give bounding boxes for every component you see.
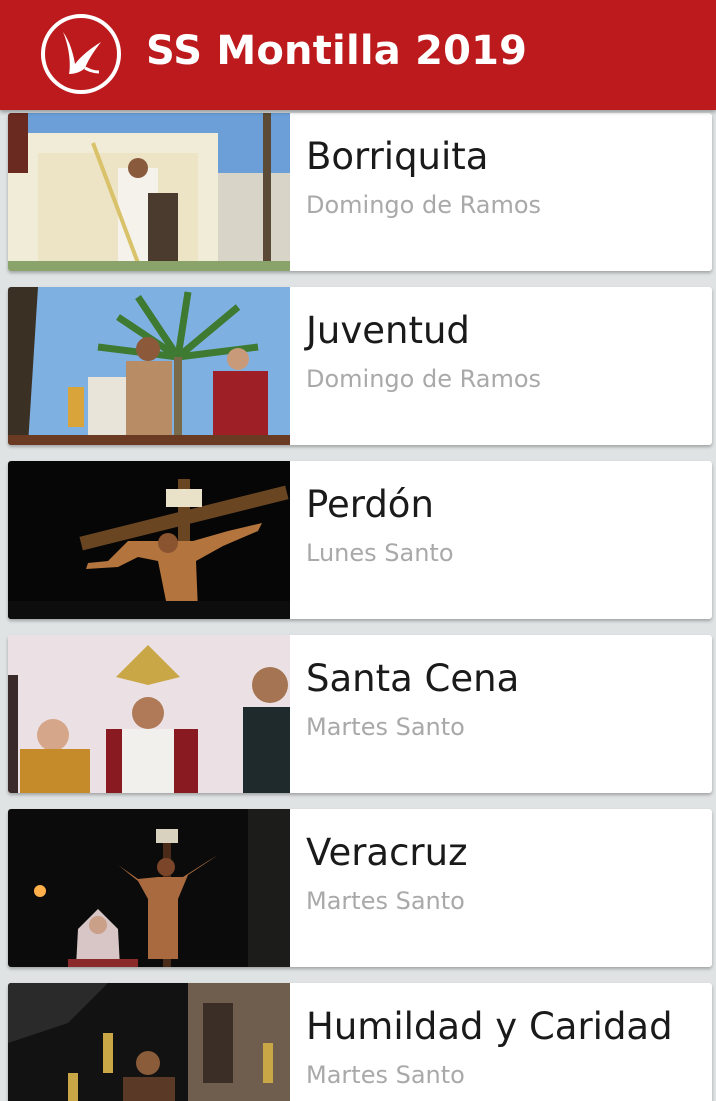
list-item-veracruz[interactable]: Veracruz Martes Santo bbox=[8, 809, 712, 967]
item-subtitle: Domingo de Ramos bbox=[306, 191, 542, 219]
procession-photo bbox=[8, 809, 290, 967]
app-bar: SS Montilla 2019 bbox=[0, 0, 716, 110]
item-title: Humildad y Caridad bbox=[306, 1005, 673, 1048]
item-subtitle: Martes Santo bbox=[306, 1061, 465, 1089]
list-item-borriquita[interactable]: Borriquita Domingo de Ramos bbox=[8, 113, 712, 271]
item-title: Borriquita bbox=[306, 135, 489, 178]
procession-photo bbox=[8, 461, 290, 619]
item-subtitle: Martes Santo bbox=[306, 887, 465, 915]
procession-photo bbox=[8, 635, 290, 793]
item-subtitle: Domingo de Ramos bbox=[306, 365, 542, 393]
procession-photo bbox=[8, 983, 290, 1101]
item-subtitle: Martes Santo bbox=[306, 713, 465, 741]
list-item-humildad-y-caridad[interactable]: Humildad y Caridad Martes Santo bbox=[8, 983, 712, 1101]
app-title: SS Montilla 2019 bbox=[146, 28, 528, 74]
procession-photo bbox=[8, 113, 290, 271]
procession-photo bbox=[8, 287, 290, 445]
list-item-perdon[interactable]: Perdón Lunes Santo bbox=[8, 461, 712, 619]
brotherhood-list: Borriquita Domingo de Ramos Juventud Dom… bbox=[0, 110, 716, 1101]
item-title: Perdón bbox=[306, 483, 434, 526]
item-title: Juventud bbox=[306, 309, 470, 352]
list-item-juventud[interactable]: Juventud Domingo de Ramos bbox=[8, 287, 712, 445]
list-item-santa-cena[interactable]: Santa Cena Martes Santo bbox=[8, 635, 712, 793]
item-title: Veracruz bbox=[306, 831, 468, 874]
item-subtitle: Lunes Santo bbox=[306, 539, 454, 567]
dove-logo-icon[interactable] bbox=[41, 14, 121, 94]
item-title: Santa Cena bbox=[306, 657, 520, 700]
